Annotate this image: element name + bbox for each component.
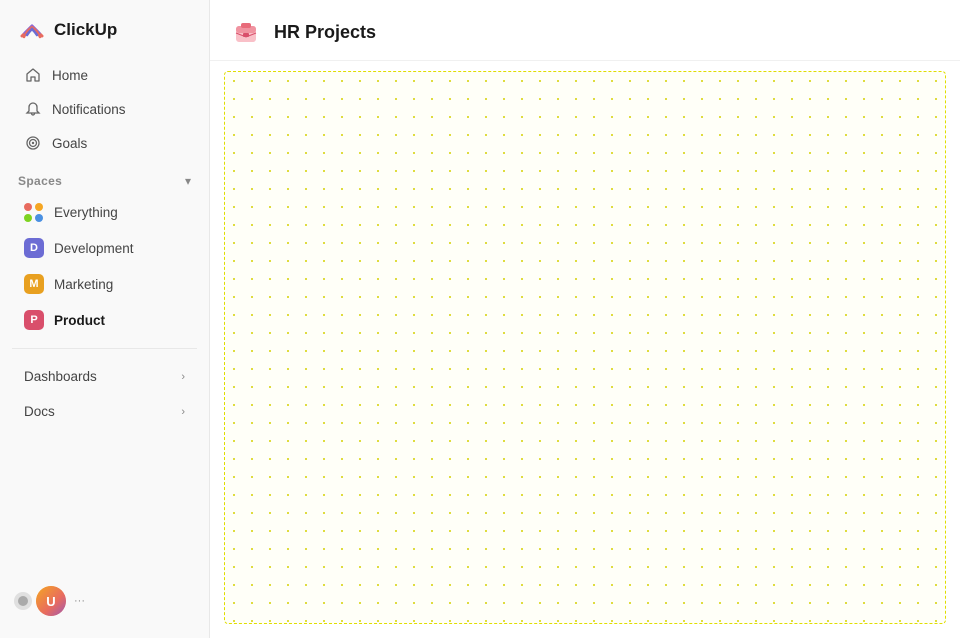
user-expand-icon: ···	[74, 595, 85, 607]
nav-goals-label: Goals	[52, 136, 87, 151]
nav-goals[interactable]: Goals	[6, 127, 203, 159]
logo-text: ClickUp	[54, 20, 117, 40]
dashboards-label: Dashboards	[24, 369, 97, 384]
user-avatar: U	[36, 586, 66, 616]
canvas-area[interactable]	[224, 71, 946, 624]
spaces-header[interactable]: Spaces ▾	[0, 160, 209, 194]
user-area[interactable]: U ···	[0, 576, 209, 626]
goals-icon	[24, 134, 42, 152]
divider-1	[12, 348, 197, 349]
nav-home[interactable]: Home	[6, 59, 203, 91]
user-avatar-wrap: U	[14, 586, 66, 616]
space-product[interactable]: P Product	[6, 303, 203, 337]
status-dot	[14, 592, 32, 610]
sidebar: ClickUp Home Notifications Goals	[0, 0, 210, 638]
main-header: HR Projects	[210, 0, 960, 61]
nav-docs[interactable]: Docs ›	[6, 395, 203, 428]
space-marketing-label: Marketing	[54, 277, 113, 292]
space-everything-label: Everything	[54, 205, 118, 220]
space-development[interactable]: D Development	[6, 231, 203, 265]
page-title: HR Projects	[274, 22, 376, 43]
nav-notifications[interactable]: Notifications	[6, 93, 203, 125]
space-everything[interactable]: Everything	[6, 195, 203, 229]
logo-area[interactable]: ClickUp	[0, 0, 209, 58]
spaces-label: Spaces	[18, 174, 62, 188]
spaces-chevron-icon: ▾	[185, 174, 191, 188]
nav-notifications-label: Notifications	[52, 102, 126, 117]
docs-label: Docs	[24, 404, 55, 419]
space-product-label: Product	[54, 313, 105, 328]
dashboards-chevron-icon: ›	[181, 371, 185, 383]
clickup-logo-icon	[18, 16, 46, 44]
space-development-label: Development	[54, 241, 134, 256]
product-avatar: P	[24, 310, 44, 330]
nav-dashboards[interactable]: Dashboards ›	[6, 360, 203, 393]
main-content: HR Projects	[210, 0, 960, 638]
nav-home-label: Home	[52, 68, 88, 83]
home-icon	[24, 66, 42, 84]
marketing-avatar: M	[24, 274, 44, 294]
development-avatar: D	[24, 238, 44, 258]
space-marketing[interactable]: M Marketing	[6, 267, 203, 301]
bell-icon	[24, 100, 42, 118]
hr-projects-icon	[230, 16, 262, 48]
everything-icon	[24, 202, 44, 222]
docs-chevron-icon: ›	[181, 406, 185, 418]
